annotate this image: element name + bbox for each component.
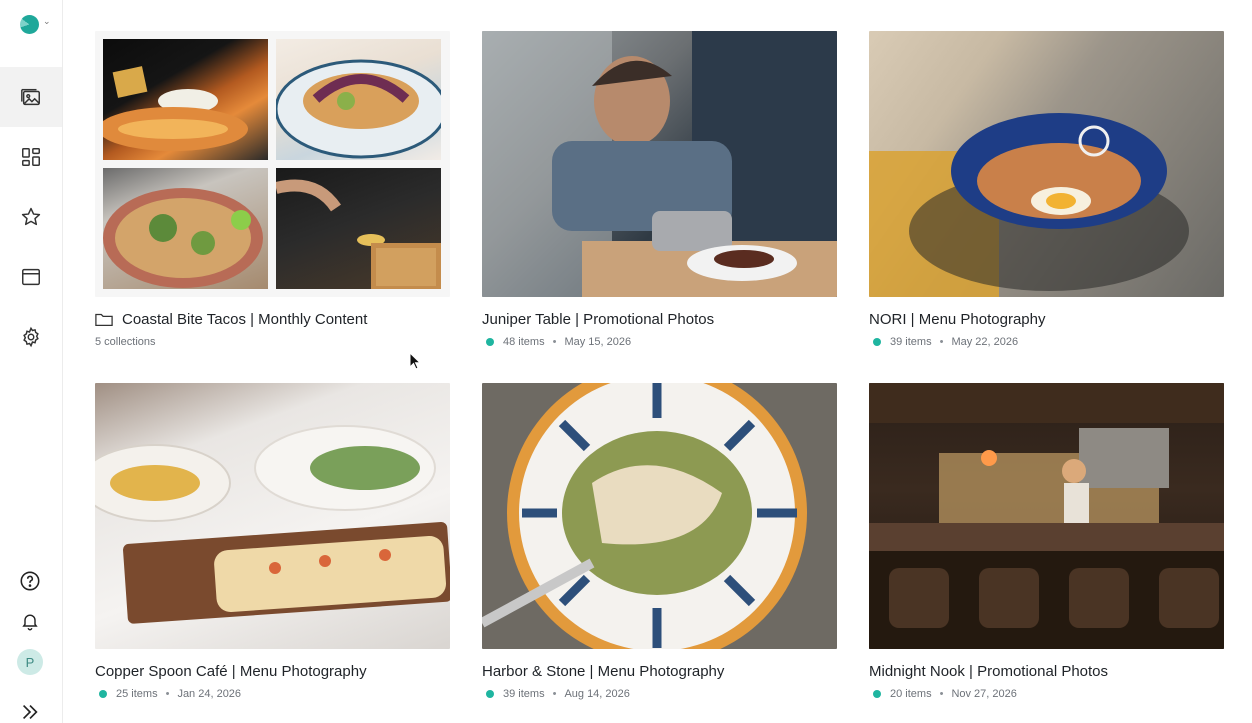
gallery-thumbnail	[482, 383, 837, 649]
status-dot	[873, 338, 881, 346]
expand-sidebar-button[interactable]	[0, 702, 60, 722]
card-title: Copper Spoon Café | Menu Photography	[95, 663, 367, 680]
help-button[interactable]	[0, 570, 60, 592]
folder-title-row: Coastal Bite Tacos | Monthly Content	[95, 311, 367, 328]
sidebar: ⌄ P	[0, 0, 63, 723]
status-dot	[486, 690, 494, 698]
item-count: 48 items	[503, 336, 545, 348]
help-circle-icon	[20, 571, 40, 591]
star-icon	[21, 207, 41, 226]
card-title: Harbor & Stone | Menu Photography	[482, 663, 725, 680]
card-title: Coastal Bite Tacos | Monthly Content	[122, 311, 368, 328]
item-count: 39 items	[890, 336, 932, 348]
mouse-cursor-icon	[409, 352, 421, 370]
gallery-thumbnail	[95, 383, 450, 649]
meta-separator: •	[165, 688, 170, 700]
brand-logo	[20, 15, 39, 34]
meta-separator: •	[939, 688, 944, 700]
nav-gallery[interactable]	[0, 67, 62, 127]
image-gallery-icon	[21, 88, 40, 106]
meta-separator: •	[552, 688, 557, 700]
profile-button[interactable]: P	[0, 649, 60, 675]
nav-pages[interactable]	[0, 247, 62, 307]
nav-dashboard[interactable]	[0, 127, 62, 187]
card-date: May 15, 2026	[564, 336, 632, 348]
collection-count: 5 collections	[95, 336, 156, 348]
card-meta: 39 items • May 22, 2026	[869, 336, 1018, 348]
card-title: NORI | Menu Photography	[869, 311, 1046, 328]
card-date: Aug 14, 2026	[564, 688, 630, 700]
item-count: 20 items	[890, 688, 932, 700]
gallery-thumbnail	[869, 383, 1224, 649]
folder-icon	[95, 313, 113, 326]
card-date: Jan 24, 2026	[177, 688, 242, 700]
browser-window-icon	[22, 268, 40, 286]
card-date: Nov 27, 2026	[951, 688, 1017, 700]
card-title: Midnight Nook | Promotional Photos	[869, 663, 1109, 680]
card-meta: 39 items • Aug 14, 2026	[482, 688, 630, 700]
nav-favorites[interactable]	[0, 187, 62, 247]
status-dot	[873, 690, 881, 698]
item-count: 25 items	[116, 688, 158, 700]
avatar: P	[17, 649, 43, 675]
card-title: Juniper Table | Promotional Photos	[482, 311, 715, 328]
card-meta: 5 collections	[95, 336, 156, 348]
card-meta: 25 items • Jan 24, 2026	[95, 688, 241, 700]
status-dot	[486, 338, 494, 346]
double-chevron-right-icon	[22, 704, 38, 720]
meta-separator: •	[552, 336, 557, 348]
gear-icon	[23, 326, 39, 348]
notifications-button[interactable]	[0, 610, 60, 632]
card-date: May 22, 2026	[951, 336, 1019, 348]
mosaic-image-griddle	[276, 168, 441, 289]
mosaic-image-street-tacos	[103, 168, 268, 289]
item-count: 39 items	[503, 688, 545, 700]
meta-separator: •	[939, 336, 944, 348]
mosaic-image-taco-plate	[276, 39, 441, 160]
gallery-thumbnail	[869, 31, 1224, 297]
workspace-switcher[interactable]: ⌄	[20, 15, 51, 35]
mosaic-image-tacos	[103, 39, 268, 160]
card-meta: 20 items • Nov 27, 2026	[869, 688, 1017, 700]
nav-settings[interactable]	[0, 307, 62, 367]
dashboard-grid-icon	[22, 148, 40, 166]
chevron-down-icon: ⌄	[43, 16, 51, 26]
status-dot	[99, 690, 107, 698]
card-meta: 48 items • May 15, 2026	[482, 336, 631, 348]
gallery-thumbnail	[482, 31, 837, 297]
folder-thumbnail-mosaic	[95, 31, 450, 297]
bell-icon	[22, 614, 38, 631]
